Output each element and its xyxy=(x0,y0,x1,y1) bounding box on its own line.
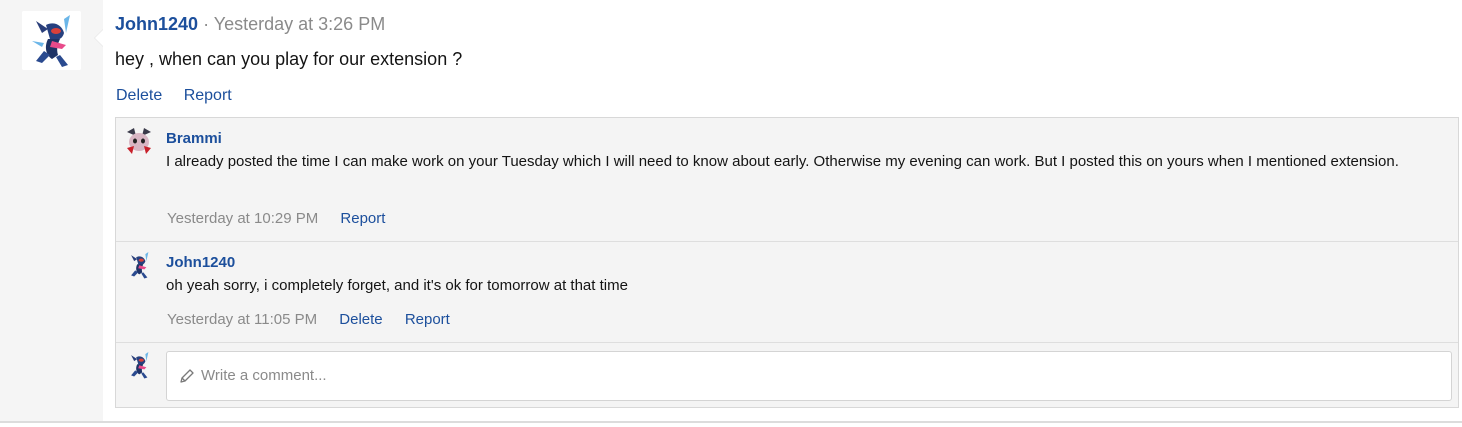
delete-button[interactable]: Delete xyxy=(339,311,382,328)
separator: · xyxy=(203,14,210,34)
commenter-avatar[interactable] xyxy=(124,126,154,156)
comment-input[interactable]: Write a comment... xyxy=(166,351,1452,401)
post-header: John1240 · Yesterday at 3:26 PM xyxy=(115,13,385,35)
comment-item: John1240 oh yeah sorry, i completely for… xyxy=(116,242,1458,343)
comment-placeholder: Write a comment... xyxy=(201,367,327,384)
post-message: hey , when can you play for our extensio… xyxy=(115,49,463,69)
post-author-link[interactable]: John1240 xyxy=(115,14,198,34)
comment-meta: Yesterday at 11:05 PM Delete Report xyxy=(167,311,450,329)
speech-arrow-fill xyxy=(95,30,103,46)
comment-meta: Yesterday at 10:29 PM Report xyxy=(167,210,385,228)
post-actions: Delete Report xyxy=(116,86,232,106)
current-user-avatar xyxy=(124,350,154,380)
pencil-icon xyxy=(180,369,194,383)
commenter-avatar[interactable] xyxy=(124,250,154,280)
report-button[interactable]: Report xyxy=(184,87,232,104)
comment-timestamp[interactable]: Yesterday at 11:05 PM xyxy=(167,311,317,328)
author-avatar[interactable] xyxy=(22,11,81,70)
ninja-frog-avatar-icon xyxy=(22,11,81,70)
delete-button[interactable]: Delete xyxy=(116,87,162,104)
comment-author[interactable]: John1240 xyxy=(166,254,235,272)
ninja-frog-avatar-icon xyxy=(124,350,154,380)
comment-text: oh yeah sorry, i completely forget, and … xyxy=(166,277,628,294)
comment-item: Brammi I already posted the time I can m… xyxy=(116,118,1458,242)
divider xyxy=(0,421,1462,423)
ninja-frog-avatar-icon xyxy=(124,250,154,280)
comment-timestamp[interactable]: Yesterday at 10:29 PM xyxy=(167,210,318,227)
report-button[interactable]: Report xyxy=(340,210,385,227)
pink-creature-avatar-icon xyxy=(124,126,154,156)
comment-text: I already posted the time I can make wor… xyxy=(166,153,1399,170)
post-timestamp[interactable]: Yesterday at 3:26 PM xyxy=(214,14,385,34)
comments-panel: Brammi I already posted the time I can m… xyxy=(115,117,1459,408)
report-button[interactable]: Report xyxy=(405,311,450,328)
comment-author[interactable]: Brammi xyxy=(166,130,222,148)
